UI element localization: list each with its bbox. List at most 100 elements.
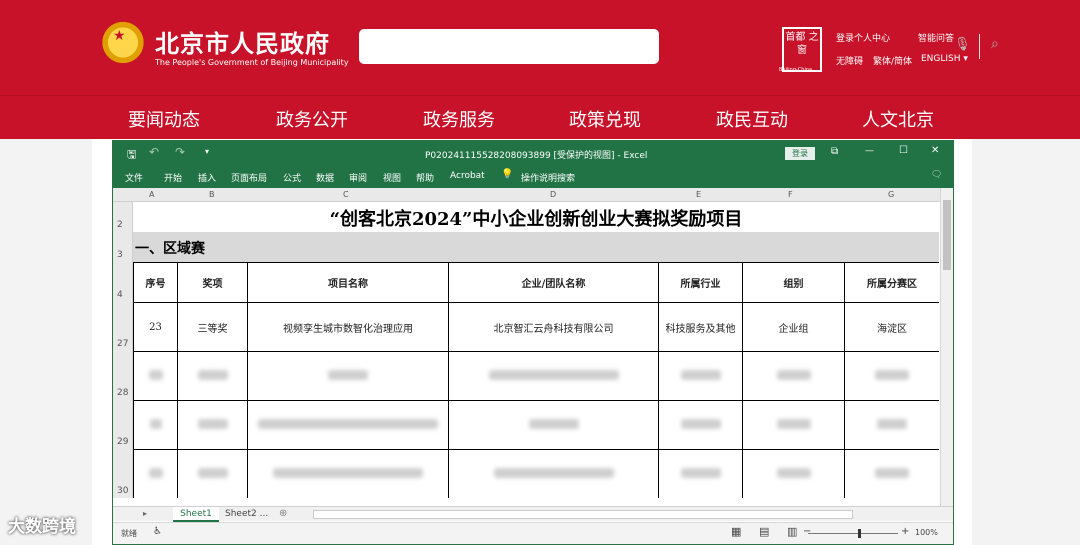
column-header-a[interactable]: A xyxy=(149,190,154,199)
blurred-cell[interactable] xyxy=(658,449,743,498)
column-header-c[interactable]: C xyxy=(343,190,349,199)
table-cell[interactable]: 科技服务及其他 xyxy=(658,302,743,352)
vertical-scrollbar[interactable] xyxy=(940,188,953,506)
blurred-cell[interactable] xyxy=(742,351,845,401)
nav-item-gov-affairs[interactable]: 政务公开 xyxy=(276,106,348,132)
tab-acrobat[interactable]: Acrobat xyxy=(450,171,485,181)
blurred-cell[interactable] xyxy=(247,449,449,498)
add-sheet-icon[interactable]: ⊕ xyxy=(279,508,287,519)
blurred-cell[interactable] xyxy=(448,449,659,498)
column-header-f[interactable]: F xyxy=(788,190,793,199)
blurred-cell[interactable] xyxy=(844,400,939,450)
row-header-29[interactable]: 29 xyxy=(117,437,128,447)
tab-insert[interactable]: 插入 xyxy=(198,171,216,184)
capital-window-logo[interactable]: 首都 之窗 xyxy=(782,27,822,72)
blurred-cell[interactable] xyxy=(658,351,743,401)
blurred-cell[interactable] xyxy=(448,400,659,450)
blurred-cell[interactable] xyxy=(658,400,743,450)
sheet-title[interactable]: “创客北京2024”中小企业创新创业大赛拟奖励项目 xyxy=(133,202,939,232)
accessibility-link[interactable]: 无障碍 xyxy=(836,54,863,67)
blurred-cell[interactable] xyxy=(844,351,939,401)
table-cell[interactable]: 23 xyxy=(133,302,178,352)
table-cell[interactable]: 视频孪生城市数智化治理应用 xyxy=(247,302,449,352)
horizontal-scrollbar[interactable] xyxy=(313,510,853,519)
column-header-g[interactable]: G xyxy=(888,190,894,199)
blurred-cell[interactable] xyxy=(247,400,449,450)
row-header-2[interactable]: 2 xyxy=(117,220,123,230)
blurred-cell[interactable] xyxy=(177,351,248,401)
tab-review[interactable]: 审阅 xyxy=(349,171,367,184)
blurred-cell[interactable] xyxy=(177,400,248,450)
blurred-cell[interactable] xyxy=(133,449,178,498)
nav-item-news[interactable]: 要闻动态 xyxy=(128,106,200,132)
zoom-slider[interactable] xyxy=(808,533,898,534)
blurred-cell[interactable] xyxy=(742,400,845,450)
row-header-30[interactable]: 30 xyxy=(117,486,128,496)
search-icon[interactable]: ⌕ xyxy=(991,36,999,52)
zoom-in-icon[interactable]: + xyxy=(901,526,909,537)
lightbulb-icon[interactable]: 💡 xyxy=(501,169,513,180)
tab-view[interactable]: 视图 xyxy=(383,171,401,184)
header-cell[interactable]: 所属分赛区 xyxy=(844,262,939,303)
blurred-cell[interactable] xyxy=(844,449,939,498)
sheet-nav-icon[interactable]: ▸ xyxy=(143,509,147,518)
blurred-cell[interactable] xyxy=(742,449,845,498)
nav-item-interaction[interactable]: 政民互动 xyxy=(716,106,788,132)
sheet-tab-sheet1[interactable]: Sheet1 xyxy=(173,507,219,522)
row-header-27[interactable]: 27 xyxy=(117,339,128,349)
tab-file[interactable]: 文件 xyxy=(125,171,143,184)
quick-access-more-icon[interactable]: ▾ xyxy=(205,147,209,156)
table-cell[interactable]: 企业组 xyxy=(742,302,845,352)
tab-data[interactable]: 数据 xyxy=(316,171,334,184)
ribbon-display-icon[interactable]: ⧉ xyxy=(831,146,838,157)
spreadsheet-grid[interactable]: “创客北京2024”中小企业创新创业大赛拟奖励项目 一、区域赛 序号 奖项 项目… xyxy=(133,202,939,498)
section-row[interactable]: 一、区域赛 xyxy=(133,232,939,262)
header-cell[interactable]: 组别 xyxy=(742,262,845,303)
zoom-slider-knob[interactable] xyxy=(858,529,861,538)
normal-view-icon[interactable]: ▦ xyxy=(731,525,741,538)
zoom-level[interactable]: 100% xyxy=(915,528,938,537)
blurred-cell[interactable] xyxy=(247,351,449,401)
header-cell[interactable]: 企业/团队名称 xyxy=(448,262,659,303)
comment-icon[interactable]: 🗨 xyxy=(931,170,942,180)
blurred-cell[interactable] xyxy=(133,400,178,450)
zoom-out-icon[interactable]: − xyxy=(803,526,811,537)
row-header-28[interactable]: 28 xyxy=(117,388,128,398)
column-header-b[interactable]: B xyxy=(209,190,215,199)
scroll-thumb[interactable] xyxy=(943,200,951,270)
tab-home[interactable]: 开始 xyxy=(164,171,182,184)
save-icon[interactable]: 🖫 xyxy=(127,146,136,165)
simp-trad-link[interactable]: 繁体/简体 xyxy=(873,54,912,67)
redo-icon[interactable]: ↷ xyxy=(175,145,185,159)
tab-page-layout[interactable]: 页面布局 xyxy=(231,171,267,184)
tab-formulas[interactable]: 公式 xyxy=(283,171,301,184)
row-header-3[interactable]: 3 xyxy=(117,250,123,260)
microphone-icon[interactable]: 🎙 xyxy=(954,37,971,55)
page-layout-icon[interactable]: ▤ xyxy=(759,525,769,538)
excel-login-button[interactable]: 登录 xyxy=(785,147,815,160)
nav-item-policy[interactable]: 政策兑现 xyxy=(569,106,641,132)
row-header-4[interactable]: 4 xyxy=(117,290,123,300)
table-cell[interactable]: 海淀区 xyxy=(844,302,939,352)
header-cell[interactable]: 所属行业 xyxy=(658,262,743,303)
blurred-cell[interactable] xyxy=(133,351,178,401)
page-break-icon[interactable]: ▥ xyxy=(787,525,797,538)
column-header-d[interactable]: D xyxy=(550,190,556,199)
tab-help[interactable]: 帮助 xyxy=(416,171,434,184)
header-cell[interactable]: 项目名称 xyxy=(247,262,449,303)
undo-icon[interactable]: ↶ xyxy=(149,145,159,159)
personal-center-link[interactable]: 登录个人中心 xyxy=(836,31,890,44)
table-cell[interactable]: 北京智汇云舟科技有限公司 xyxy=(448,302,659,352)
blurred-cell[interactable] xyxy=(448,351,659,401)
sheet-tab-sheet2[interactable]: Sheet2 ... xyxy=(225,509,268,519)
minimize-icon[interactable]: — xyxy=(865,146,874,156)
close-icon[interactable]: ✕ xyxy=(931,145,939,156)
search-input[interactable]: 🎙 ⌕ xyxy=(359,29,999,64)
maximize-icon[interactable]: ☐ xyxy=(899,145,908,156)
nav-item-services[interactable]: 政务服务 xyxy=(423,106,495,132)
column-header-e[interactable]: E xyxy=(696,190,701,199)
english-link[interactable]: ENGLISH ▾ xyxy=(921,54,968,64)
accessibility-icon[interactable]: ♿ xyxy=(153,526,162,537)
site-title[interactable]: 北京市人民政府 xyxy=(155,24,330,59)
blurred-cell[interactable] xyxy=(177,449,248,498)
